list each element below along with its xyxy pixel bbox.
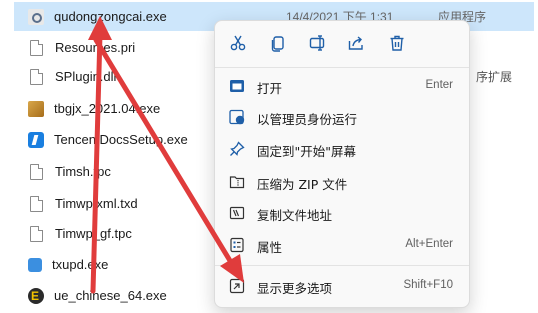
copy-icon	[271, 36, 284, 52]
menu-item-label: 显示更多选项	[257, 281, 333, 296]
menu-item-show-more-options[interactable]: 显示更多选项 Shift+F10	[219, 271, 465, 301]
menu-item-properties[interactable]: 属性 Alt+Enter	[219, 230, 465, 260]
cut-icon	[230, 35, 246, 51]
delete-icon	[390, 35, 404, 51]
delete-button[interactable]	[386, 32, 408, 54]
file-name: SPlugin.dll	[55, 69, 117, 84]
file-name: TencentDocsSetup.exe	[54, 132, 188, 147]
menu-separator	[215, 265, 469, 266]
menu-item-run-as-admin[interactable]: 以管理员身份运行	[219, 102, 465, 132]
package-icon	[28, 100, 44, 117]
document-icon	[30, 68, 43, 85]
menu-item-open[interactable]: 打开 Enter	[219, 71, 465, 101]
share-icon	[348, 36, 363, 50]
document-icon	[30, 225, 43, 242]
zip-icon	[229, 176, 245, 189]
copy-path-icon	[229, 206, 245, 220]
file-name: tbgjx_2021.04.exe	[54, 101, 161, 116]
file-name: Timsh.tpc	[55, 164, 111, 179]
document-icon	[30, 163, 43, 180]
admin-shield-icon	[229, 109, 245, 125]
file-name: Timwp.xml.txd	[55, 196, 138, 211]
menu-item-label: 复制文件地址	[257, 208, 333, 223]
rename-icon	[309, 35, 325, 51]
menu-item-label: 打开	[257, 81, 283, 96]
document-icon	[30, 195, 43, 212]
tencent-docs-icon	[28, 131, 44, 148]
document-icon	[30, 39, 43, 56]
file-name: txupd.exe	[52, 257, 109, 272]
file-type: 序扩展	[476, 70, 513, 84]
menu-item-label: 以管理员身份运行	[257, 112, 358, 127]
menu-item-compress-zip[interactable]: 压缩为 ZIP 文件	[219, 167, 465, 197]
file-name: Resources.pri	[55, 40, 136, 55]
menu-separator	[215, 67, 469, 68]
menu-item-label: 压缩为 ZIP 文件	[257, 177, 348, 192]
menu-item-pin-to-start[interactable]: 固定到"开始"屏幕	[219, 134, 465, 164]
menu-item-shortcut: Shift+F10	[403, 279, 453, 291]
updater-icon	[28, 257, 42, 272]
menu-item-label: 固定到"开始"屏幕	[257, 144, 356, 159]
menu-item-shortcut: Alt+Enter	[405, 238, 453, 250]
cut-button[interactable]	[227, 32, 249, 54]
open-icon	[230, 80, 244, 92]
rename-button[interactable]	[307, 32, 329, 54]
share-button[interactable]	[345, 32, 367, 54]
pin-icon	[230, 141, 245, 156]
context-menu: 打开 Enter 以管理员身份运行 固定到"开始"屏幕 压缩为 ZIP 文件 复…	[214, 20, 470, 308]
menu-item-shortcut: Enter	[425, 79, 454, 91]
file-name: ue_chinese_64.exe	[54, 288, 167, 303]
menu-item-label: 属性	[257, 240, 283, 255]
gear-app-icon	[28, 8, 44, 25]
menu-item-copy-path[interactable]: 复制文件地址	[219, 198, 465, 228]
copy-button[interactable]	[267, 32, 289, 54]
file-name: qudongzongcai.exe	[54, 9, 167, 24]
quick-actions-bar	[215, 21, 469, 67]
file-name: Timwp_gf.tpc	[55, 226, 132, 241]
more-options-icon	[229, 278, 245, 294]
ultraedit-icon	[28, 287, 44, 304]
properties-icon	[230, 237, 244, 253]
